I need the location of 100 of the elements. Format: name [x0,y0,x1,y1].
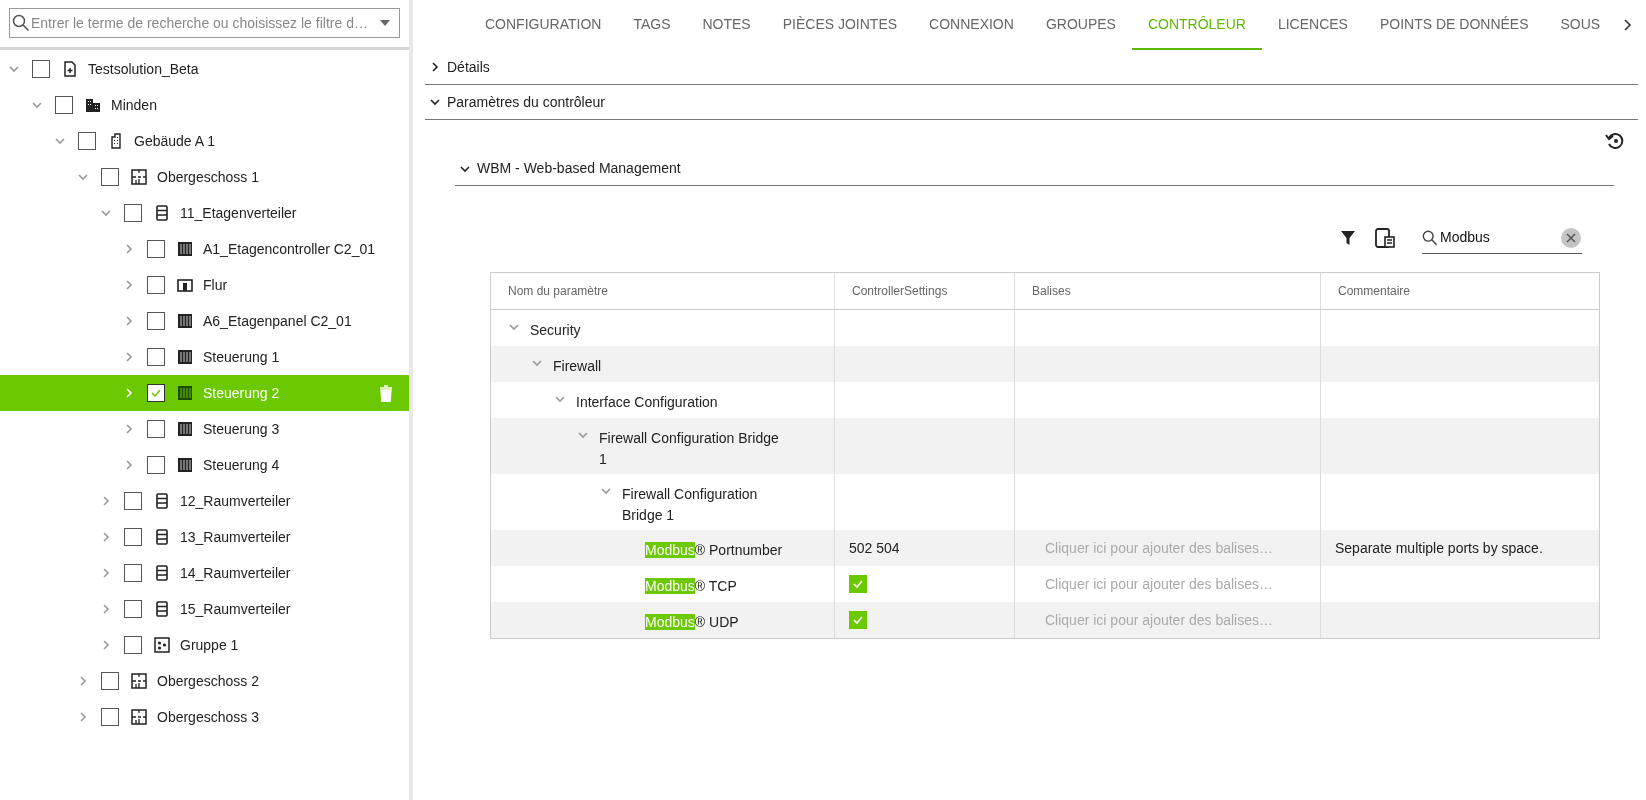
cabinet-icon [154,205,170,221]
checkbox[interactable] [147,456,165,474]
cabinet-icon [154,529,170,545]
tab[interactable]: POINTS DE DONNÉES [1363,0,1545,50]
search-field[interactable]: Entrer le terme de recherche ou choisissez le filtre d… [9,8,400,38]
parameter-name: Firewall Configuration Bridge 1 [599,429,780,469]
parameter-name: Interface Configuration [576,393,718,412]
table-search-field[interactable]: Modbus [1422,222,1582,254]
tree-item[interactable]: 14_Raumverteiler [0,555,409,591]
tab[interactable]: CONFIGURATION [469,0,618,50]
checkbox[interactable] [147,240,165,258]
tree-item[interactable]: Steuerung 4 [0,447,409,483]
chevron-right-icon[interactable] [429,61,441,73]
checkbox[interactable] [124,636,142,654]
tab[interactable]: NOTES [686,0,767,50]
tab[interactable]: TAGS [617,0,687,50]
chevron-down-icon[interactable] [429,96,441,108]
clear-icon[interactable] [1560,226,1582,249]
floor-plan-icon [131,709,147,725]
search-icon [12,14,30,32]
tree-item-label: Flur [203,275,228,295]
checkbox[interactable] [124,492,142,510]
tree-item[interactable]: Minden [0,87,409,123]
parameter-name: Firewall Configuration Bridge 1 [622,485,759,525]
tree-item-label: Gebäude A 1 [134,131,215,151]
tree-item[interactable]: Obergeschoss 3 [0,699,409,735]
tree-item-label: Obergeschoss 3 [157,707,259,727]
dropdown-caret-icon[interactable] [379,19,391,27]
checkbox[interactable] [124,204,142,222]
check-icon [852,578,864,590]
search-input[interactable]: Entrer le terme de recherche ou choisissez le filtre d… [31,12,379,34]
tree-item-label: 12_Raumverteiler [180,491,291,511]
checkbox[interactable] [147,420,165,438]
checkbox[interactable] [124,564,142,582]
tab[interactable]: GROUPES [1029,0,1132,50]
document-icon [62,61,78,77]
checkbox[interactable] [124,528,142,546]
checkbox[interactable] [147,312,165,330]
controller-icon [177,421,193,437]
tree-item-label: Steuerung 1 [203,347,280,367]
tree-item-label: 14_Raumverteiler [180,563,291,583]
filter-icon[interactable] [1340,230,1356,246]
tree-item-label: Gruppe 1 [180,635,239,655]
tree-item-label: Obergeschoss 2 [157,671,259,691]
column-header[interactable]: ControllerSettings [852,282,948,300]
tree-item[interactable]: Steuerung 1 [0,339,409,375]
checkbox[interactable] [849,575,867,593]
tree-item[interactable]: Obergeschoss 1 [0,159,409,195]
section-header[interactable]: Paramètres du contrôleur [425,85,1638,120]
tree-item[interactable]: 12_Raumverteiler [0,483,409,519]
column-header[interactable]: Balises [1032,282,1071,300]
checkbox[interactable] [32,60,50,78]
checkbox[interactable] [101,708,119,726]
tab[interactable]: SOUS [1544,0,1617,50]
tree-item[interactable]: A6_Etagenpanel C2_01 [0,303,409,339]
checkbox[interactable] [101,168,119,186]
search-icon [1422,229,1438,246]
parameter-value[interactable]: 502 504 [849,537,900,559]
column-settings-icon[interactable] [1374,227,1396,249]
checkbox[interactable] [55,96,73,114]
subsection-header[interactable]: WBM - Web-based Management [455,152,1614,186]
tree-item[interactable]: Flur [0,267,409,303]
buildings-icon [85,97,101,113]
tree-item-label: Testsolution_Beta [88,59,199,79]
checkbox[interactable] [147,276,165,294]
room-icon [177,277,193,293]
controller-icon [177,349,193,365]
tree-item-label: 15_Raumverteiler [180,599,291,619]
controller-icon [177,313,193,329]
tree-item-label: 13_Raumverteiler [180,527,291,547]
tab[interactable]: PIÈCES JOINTES [766,0,914,50]
reset-icon[interactable] [1604,130,1626,152]
checkbox[interactable] [147,384,165,402]
parameter-name: Security [530,321,581,340]
tree-item[interactable]: 13_Raumverteiler [0,519,409,555]
checkbox[interactable] [147,348,165,366]
tree-item[interactable]: A1_Etagencontroller C2_01 [0,231,409,267]
tree-item[interactable]: Obergeschoss 2 [0,663,409,699]
floor-plan-icon [131,673,147,689]
checkbox[interactable] [101,672,119,690]
tree-item[interactable]: Gebäude A 1 [0,123,409,159]
controller-icon [177,457,193,473]
tree-item[interactable]: Gruppe 1 [0,627,409,663]
tree-item[interactable]: Testsolution_Beta [0,51,409,87]
tree-item[interactable]: 15_Raumverteiler [0,591,409,627]
floor-plan-icon [131,169,147,185]
checkbox[interactable] [849,611,867,629]
column-header[interactable]: Commentaire [1338,282,1411,300]
column-header[interactable]: Nom du paramètre [508,282,609,300]
table-search-input[interactable]: Modbus [1440,227,1560,248]
tab[interactable]: CONNEXION [913,0,1030,50]
checkbox[interactable] [124,600,142,618]
tab[interactable]: LICENCES [1261,0,1364,50]
tree-item[interactable]: 11_Etagenverteiler [0,195,409,231]
section-header[interactable]: Détails [425,50,1638,85]
tree-item[interactable]: Steuerung 3 [0,411,409,447]
tree-item-label: Steuerung 2 [203,383,280,403]
tree-item-label: A6_Etagenpanel C2_01 [203,311,352,331]
checkbox[interactable] [78,132,96,150]
tree-item-label: Obergeschoss 1 [157,167,259,187]
